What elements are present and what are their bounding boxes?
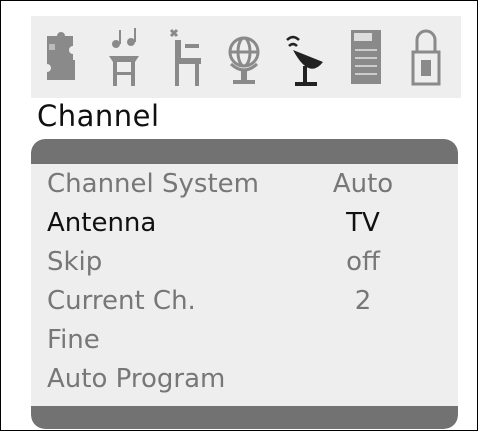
- tv-osd-screen: Channel Channel System Auto Antenna TV S…: [0, 0, 478, 431]
- menu-item-current-channel[interactable]: Current Ch. 2: [31, 286, 458, 326]
- menu-item-value: TV: [346, 208, 380, 238]
- menu-item-skip[interactable]: Skip off: [31, 247, 458, 287]
- menu-item-antenna[interactable]: Antenna TV: [31, 208, 458, 248]
- music-note-icon[interactable]: [101, 22, 147, 92]
- calendar-clock-icon[interactable]: [343, 22, 389, 92]
- menu-item-value: off: [346, 247, 380, 277]
- menu-item-fine[interactable]: Fine: [31, 325, 458, 365]
- menu-item-label: Antenna: [47, 208, 157, 238]
- lock-icon[interactable]: [403, 22, 449, 92]
- channel-menu-panel: Channel System Auto Antenna TV Skip off …: [31, 139, 458, 429]
- menu-top-bar: [31, 139, 458, 164]
- menu-item-label: Skip: [47, 247, 103, 277]
- menu-tab-bar: [31, 16, 461, 98]
- puzzle-icon[interactable]: [39, 22, 85, 92]
- chair-icon[interactable]: [161, 22, 207, 92]
- menu-item-value: 2: [354, 286, 372, 316]
- menu-bottom-bar: [31, 406, 458, 429]
- satellite-dish-icon[interactable]: [281, 22, 327, 92]
- menu-item-channel-system[interactable]: Channel System Auto: [31, 169, 458, 209]
- page-title: Channel: [37, 99, 160, 133]
- menu-item-label: Auto Program: [47, 364, 226, 394]
- menu-item-label: Current Ch.: [47, 286, 196, 316]
- menu-item-value: Auto: [332, 169, 394, 199]
- menu-item-label: Channel System: [47, 169, 259, 199]
- globe-icon[interactable]: [221, 22, 267, 92]
- menu-item-label: Fine: [47, 325, 100, 355]
- menu-item-auto-program[interactable]: Auto Program: [31, 364, 458, 404]
